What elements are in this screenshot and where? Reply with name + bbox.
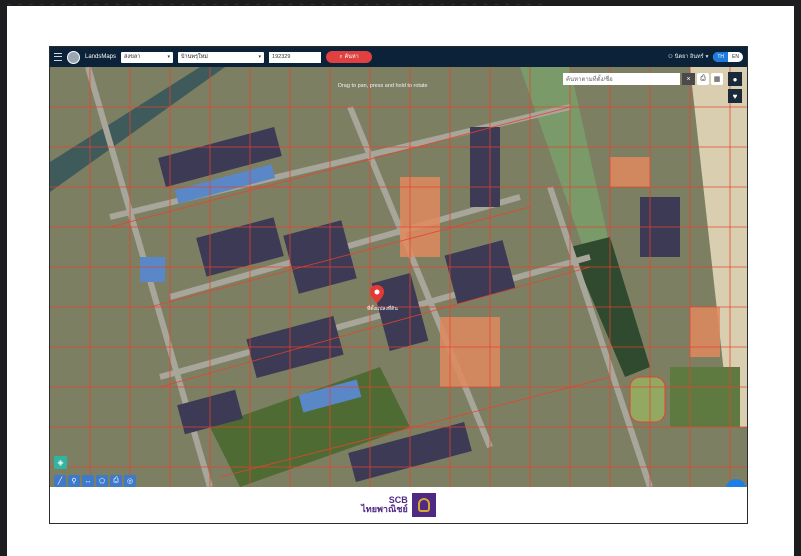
map-location-search-placeholder: ค้นหาตามที่ตั้ง/ชื่อ bbox=[566, 77, 613, 83]
user-name: นิตยา อินทร์ bbox=[674, 54, 704, 60]
lang-th[interactable]: TH bbox=[713, 52, 729, 62]
bank-wordmark: SCB ไทยพาณิชย์ bbox=[361, 496, 407, 514]
location-icon[interactable]: ● bbox=[728, 72, 742, 86]
chevron-down-icon: ▾ bbox=[705, 54, 709, 60]
parcel-number-input[interactable]: 192329 bbox=[269, 51, 322, 63]
user-icon: ⚇ bbox=[667, 54, 673, 60]
bank-logo-icon bbox=[411, 493, 436, 517]
language-toggle[interactable]: TH EN bbox=[713, 52, 743, 62]
document-page: ‐ ‐ ‐ ‐ ‐ ‐ ‐ ‐ ‐ ‐ ‐ ‐ ‐ ‐ ‐ ‐ ‐ ‐ ‐ ‐ … bbox=[7, 0, 794, 556]
draw-line-icon[interactable]: ╱ bbox=[54, 475, 66, 487]
app-logo bbox=[67, 50, 80, 64]
map-imagery bbox=[50, 67, 747, 487]
parcel-number-value: 192329 bbox=[272, 54, 291, 60]
polygon-icon[interactable]: ⬠ bbox=[96, 475, 108, 487]
map-screenshot-frame: LandsMaps สงขลา ▾ บ้านพรุใหม่ ▾ 192329 ⌕… bbox=[49, 46, 748, 524]
district-select[interactable]: บ้านพรุใหม่ ▾ bbox=[178, 51, 265, 63]
print-icon[interactable]: ⎙ bbox=[697, 73, 709, 85]
chevron-down-icon: ▾ bbox=[167, 54, 171, 60]
bank-footer: SCB ไทยพาณิชย์ bbox=[50, 487, 747, 523]
district-select-value: บ้านพรุใหม่ bbox=[181, 54, 208, 60]
app-brand: LandsMaps bbox=[85, 54, 117, 60]
printer-icon[interactable]: ⎙ bbox=[110, 475, 122, 487]
bank-name-th: ไทยพาณิชย์ bbox=[361, 504, 408, 514]
target-icon[interactable]: ◎ bbox=[124, 475, 136, 487]
user-menu[interactable]: ⚇ นิตยา อินทร์ ▾ bbox=[668, 53, 709, 61]
map-draw-toolbar: ╱ ⚲ ↔ ⬠ ⎙ ◎ bbox=[54, 475, 136, 487]
province-select[interactable]: สงขลา ▾ bbox=[121, 51, 174, 63]
hamburger-icon[interactable] bbox=[54, 53, 62, 61]
satellite-map[interactable]: Drag to pan, press and hold to rotate ค้… bbox=[50, 67, 747, 487]
measure-icon[interactable]: ↔ bbox=[82, 475, 94, 487]
marker-icon[interactable]: ⚲ bbox=[68, 475, 80, 487]
search-icon: ⌕ bbox=[339, 53, 343, 60]
map-hint-text: Drag to pan, press and hold to rotate bbox=[338, 83, 428, 89]
layers-icon[interactable]: ◈ bbox=[54, 456, 67, 469]
cropped-header-text: ‐ ‐ ‐ ‐ ‐ ‐ ‐ ‐ ‐ ‐ ‐ ‐ ‐ ‐ ‐ ‐ ‐ ‐ ‐ ‐ … bbox=[7, 0, 544, 11]
grid-icon[interactable]: ▦ bbox=[711, 73, 723, 85]
top-app-bar: LandsMaps สงขลา ▾ บ้านพรุใหม่ ▾ 192329 ⌕… bbox=[50, 47, 747, 67]
chevron-down-icon: ▾ bbox=[258, 54, 262, 60]
map-location-search[interactable]: ค้นหาตามที่ตั้ง/ชื่อ bbox=[563, 73, 680, 85]
search-button-label: ค้นหา bbox=[344, 54, 359, 60]
close-icon[interactable]: × bbox=[682, 73, 695, 85]
search-button[interactable]: ⌕ ค้นหา bbox=[326, 51, 373, 63]
lang-en[interactable]: EN bbox=[728, 52, 743, 62]
pin-label: ที่ตั้งแปลงที่ดิน bbox=[367, 306, 398, 312]
heart-icon[interactable]: ♥ bbox=[728, 89, 742, 103]
province-select-value: สงขลา bbox=[124, 54, 141, 60]
